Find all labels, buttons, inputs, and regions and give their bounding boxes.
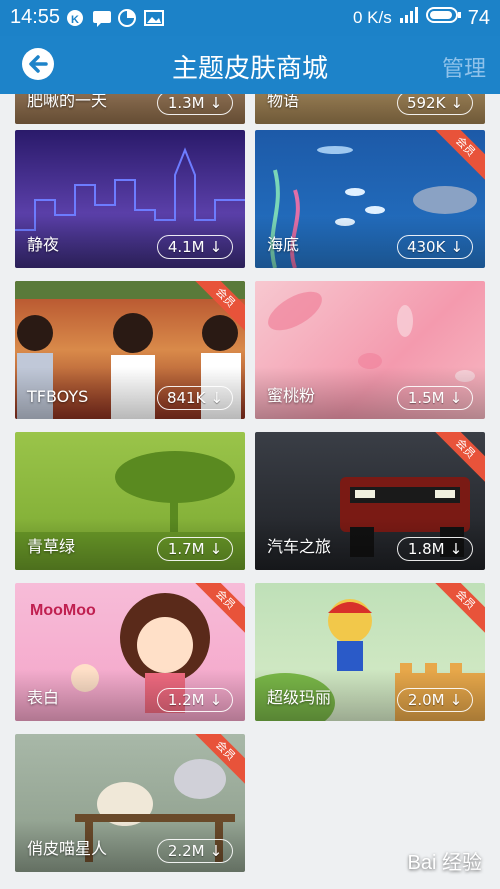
theme-card[interactable]: 蜜桃粉 1.5M ↓	[255, 281, 485, 419]
svg-text:MooMoo: MooMoo	[30, 602, 96, 619]
download-arrow-icon: ↓	[450, 94, 464, 112]
download-button[interactable]: 1.3M ↓	[157, 94, 233, 115]
theme-name: 静夜	[27, 235, 60, 254]
download-button[interactable]: 841K ↓	[157, 386, 233, 410]
signal-icon	[398, 6, 420, 30]
theme-grid: 肥啾的一天 1.3M ↓ 物语 592K ↓ 静夜 4.1M ↓ 会员 海底 430K…	[0, 94, 500, 889]
download-arrow-icon: ↓	[209, 94, 223, 112]
download-button[interactable]: 4.1M ↓	[157, 235, 233, 259]
download-button[interactable]: 1.7M ↓	[157, 537, 233, 561]
status-right: 0 K/s 74	[353, 6, 490, 30]
battery-icon	[425, 6, 462, 30]
download-arrow-icon: ↓	[209, 842, 223, 860]
theme-card[interactable]: 会员 海底 430K ↓	[255, 130, 485, 268]
theme-card-partial-left[interactable]: 肥啾的一天 1.3M ↓	[15, 94, 245, 124]
download-arrow-icon: ↓	[209, 691, 223, 709]
download-button[interactable]: 1.8M ↓	[397, 537, 473, 561]
download-arrow-icon: ↓	[209, 540, 223, 558]
battery-level: 74	[467, 6, 490, 29]
download-arrow-icon: ↓	[449, 691, 463, 709]
download-arrow-icon: ↓	[209, 238, 223, 256]
download-button[interactable]: 1.5M ↓	[397, 386, 473, 410]
theme-name: 蜜桃粉	[267, 386, 316, 405]
download-button[interactable]: 430K ↓	[397, 235, 473, 259]
theme-name: 海底	[267, 235, 300, 254]
download-button[interactable]: 592K ↓	[397, 94, 473, 115]
theme-name: 超级玛丽	[267, 688, 332, 707]
message-icon	[92, 9, 111, 27]
download-arrow-icon: ↓	[210, 389, 224, 407]
image-icon	[144, 9, 164, 27]
theme-card[interactable]: 会员 超级玛丽 2.0M ↓	[255, 583, 485, 721]
theme-name: TFBOYS	[27, 387, 89, 406]
status-time: 14:55	[10, 6, 61, 28]
data-usage-icon	[118, 9, 136, 27]
theme-card[interactable]: 会员 俏皮喵星人 2.2M ↓	[15, 734, 245, 872]
theme-name: 俏皮喵星人	[27, 839, 108, 858]
theme-name: 汽车之旅	[267, 537, 332, 556]
page-title: 主题皮肤商城	[171, 54, 328, 84]
theme-card[interactable]: MooMoo 会员 表白 1.2M ↓	[15, 583, 245, 721]
manage-button[interactable]: 管理	[442, 51, 486, 83]
watermark: Bai 经验	[407, 852, 482, 874]
theme-card[interactable]: 会员 TFBOYS 841K ↓	[15, 281, 245, 419]
nav-bar: 主题皮肤商城 管理	[0, 36, 500, 94]
theme-name: 青草绿	[27, 537, 76, 556]
status-bar: 14:55 K 0 K/s 74	[0, 0, 500, 36]
theme-name: 肥啾的一天	[27, 94, 108, 110]
theme-name: 表白	[27, 688, 60, 707]
theme-card-partial-right[interactable]: 物语 592K ↓	[255, 94, 485, 124]
download-arrow-icon: ↓	[449, 540, 463, 558]
svg-text:K: K	[71, 14, 79, 26]
download-button[interactable]: 2.2M ↓	[157, 839, 233, 863]
download-button[interactable]: 2.0M ↓	[397, 688, 473, 712]
k-icon: K	[66, 9, 84, 27]
theme-card[interactable]: 会员 汽车之旅 1.8M ↓	[255, 432, 485, 570]
theme-card[interactable]: 青草绿 1.7M ↓	[15, 432, 245, 570]
download-arrow-icon: ↓	[450, 238, 464, 256]
theme-name: 物语	[267, 94, 300, 110]
download-arrow-icon: ↓	[449, 389, 463, 407]
network-speed: 0 K/s	[353, 8, 392, 27]
theme-card[interactable]: 静夜 4.1M ↓	[15, 130, 245, 268]
download-button[interactable]: 1.2M ↓	[157, 688, 233, 712]
